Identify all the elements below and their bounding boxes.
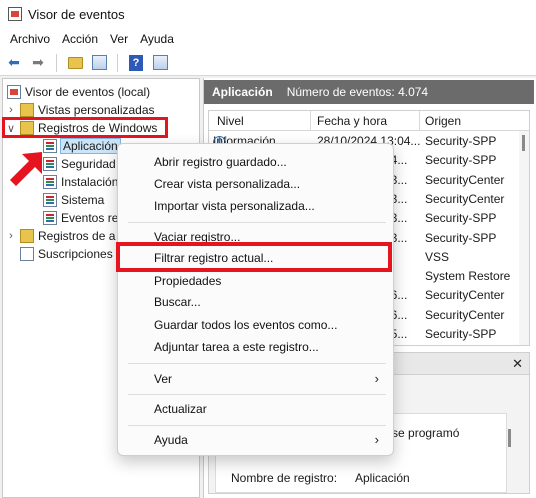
cell-source: SecurityCenter	[425, 288, 505, 303]
annotation-highlight-box	[2, 117, 168, 138]
menu-separator	[128, 425, 386, 426]
menu-ver[interactable]: Ver	[104, 32, 134, 46]
column-header-level[interactable]: Nivel	[217, 114, 244, 128]
cell-source: Security-SPP	[425, 230, 497, 245]
toolbar: ⬅ ➡ ?	[0, 50, 536, 76]
window-title: Visor de eventos	[28, 6, 125, 22]
back-arrow-icon[interactable]: ⬅	[4, 53, 24, 73]
column-header-source[interactable]: Origen	[425, 114, 461, 128]
column-header-date[interactable]: Fecha y hora	[317, 114, 387, 128]
subscriptions-icon	[20, 247, 34, 261]
column-separator[interactable]	[310, 111, 311, 131]
context-menu: Abrir registro guardado... Crear vista p…	[117, 143, 394, 456]
table-header: Nivel Fecha y hora Origen	[209, 111, 529, 131]
cell-source: Security-SPP	[425, 327, 497, 341]
menu-item-find[interactable]: Buscar...	[154, 295, 201, 309]
log-icon	[43, 193, 57, 207]
cell-source: Security-SPP	[425, 153, 497, 168]
chevron-right-icon[interactable]: ›	[5, 104, 17, 116]
log-header: Aplicación Número de eventos: 4.074	[204, 80, 534, 104]
log-name-label: Nombre de registro:	[231, 471, 338, 485]
chevron-right-icon: ›	[374, 432, 379, 447]
cell-source: SecurityCenter	[425, 191, 505, 206]
tree-item-subscriptions[interactable]: Suscripciones	[20, 245, 113, 263]
folder-icon	[20, 103, 34, 117]
cell-source: Security-SPP	[425, 211, 497, 226]
cell-source: System Restore	[425, 269, 511, 284]
tree-item-apps-services[interactable]: › Registros de a	[5, 227, 115, 245]
toolbar-separator	[117, 53, 118, 72]
show-hide-tree-icon[interactable]	[89, 53, 109, 73]
tree-item-system[interactable]: Sistema	[43, 191, 104, 209]
log-name-value: Aplicación	[355, 471, 410, 485]
annotation-highlight-box	[116, 242, 392, 272]
column-separator[interactable]	[419, 111, 420, 131]
toolbar-separator	[56, 53, 57, 72]
menu-item-attach-task[interactable]: Adjuntar tarea a este registro...	[154, 340, 319, 354]
cell-source: Security-SPP	[425, 134, 497, 148]
folder-icon	[20, 229, 34, 243]
close-icon[interactable]: ✕	[512, 356, 523, 372]
menu-item-properties[interactable]: Propiedades	[154, 274, 221, 288]
detail-scrollbar[interactable]	[508, 429, 511, 447]
menu-item-view[interactable]: Ver	[154, 372, 172, 386]
tree-item-security[interactable]: Seguridad	[43, 155, 116, 173]
menu-separator	[128, 363, 386, 364]
menu-ayuda[interactable]: Ayuda	[134, 32, 180, 46]
scrollbar-thumb[interactable]	[522, 135, 525, 151]
tree-item-forwarded-events[interactable]: Eventos re	[43, 209, 118, 227]
log-icon	[43, 211, 57, 225]
tree-item-application[interactable]: Aplicación	[43, 137, 121, 155]
help-icon[interactable]: ?	[126, 53, 146, 73]
log-event-count: Número de eventos: 4.074	[286, 85, 429, 99]
menu-bar: Archivo Acción Ver Ayuda	[0, 28, 536, 50]
tree-item-setup[interactable]: Instalación	[43, 173, 118, 191]
tree-root[interactable]: Visor de eventos (local)	[7, 83, 150, 101]
menu-separator	[128, 222, 386, 223]
vertical-scrollbar[interactable]	[519, 131, 529, 345]
menu-item-help[interactable]: Ayuda	[154, 433, 188, 447]
event-viewer-icon	[7, 85, 21, 99]
menu-archivo[interactable]: Archivo	[4, 32, 56, 46]
menu-item-import-custom-view[interactable]: Importar vista personalizada...	[154, 199, 315, 213]
menu-item-refresh[interactable]: Actualizar	[154, 402, 207, 416]
show-hide-actions-icon[interactable]	[150, 53, 170, 73]
annotation-arrow-icon	[10, 152, 42, 186]
menu-item-save-all-events[interactable]: Guardar todos los eventos como...	[154, 318, 337, 332]
up-folder-icon[interactable]	[65, 53, 85, 73]
menu-accion[interactable]: Acción	[56, 32, 104, 46]
cell-source: SecurityCenter	[425, 307, 505, 322]
cell-source: VSS	[425, 249, 450, 264]
log-header-title: Aplicación	[212, 85, 273, 99]
menu-separator	[128, 394, 386, 395]
cell-source: SecurityCenter	[425, 172, 505, 187]
forward-arrow-icon[interactable]: ➡	[28, 53, 48, 73]
chevron-right-icon[interactable]: ›	[5, 230, 17, 242]
menu-item-open-saved-log[interactable]: Abrir registro guardado...	[154, 155, 287, 169]
chevron-right-icon: ›	[374, 371, 379, 386]
title-bar: Visor de eventos	[0, 0, 536, 28]
menu-item-create-custom-view[interactable]: Crear vista personalizada...	[154, 177, 300, 191]
event-viewer-app-icon	[8, 7, 22, 21]
